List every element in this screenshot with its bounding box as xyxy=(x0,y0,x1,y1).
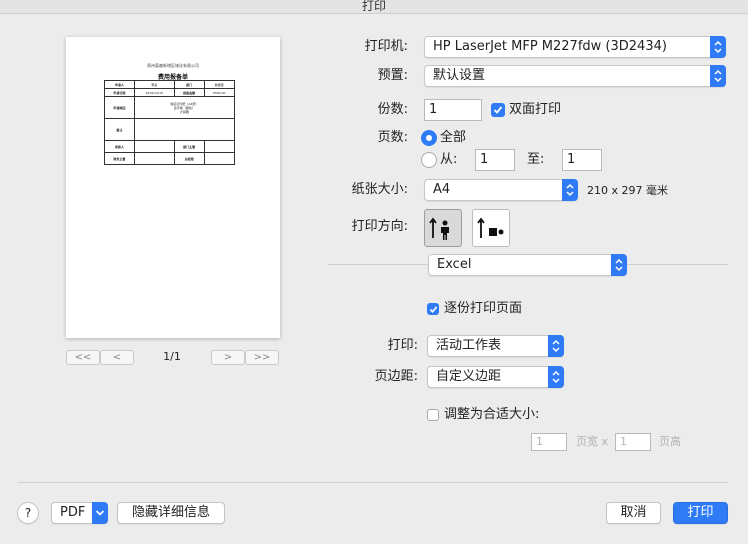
page-indicator: 1/1 xyxy=(163,350,181,363)
fit-to-size-checkbox[interactable] xyxy=(427,409,439,421)
doc-table: 申请人 李某 部门 数据部 申请日期 2016/12/16 报备金额 ¥580.… xyxy=(104,80,236,165)
landscape-icon xyxy=(477,217,504,238)
fit-width-field[interactable]: 1 xyxy=(531,433,567,451)
paper-size-popup[interactable]: A4 xyxy=(424,179,578,201)
table-row: 申请原因 购买打印纸（A4纸） 签字笔（黑色） 计算器 xyxy=(104,96,236,119)
hide-details-button[interactable]: 隐藏详细信息 xyxy=(117,502,225,524)
table-cell: 申请原因 xyxy=(104,96,135,119)
print-what-label: 打印: xyxy=(387,338,418,353)
table-row: 申请日期 2016/12/16 报备金额 ¥580.00 xyxy=(104,88,235,97)
landscape-orientation-button[interactable] xyxy=(472,209,510,247)
margins-value: 自定义边距 xyxy=(436,369,502,384)
footer-separator xyxy=(18,482,728,483)
preset-value: 默认设置 xyxy=(433,68,486,83)
paper-size-label: 纸张大小: xyxy=(351,182,408,197)
table-cell: 数据部 xyxy=(203,80,235,89)
popup-stepper-icon xyxy=(710,65,726,87)
table-cell: 2016/12/16 xyxy=(133,88,175,97)
preset-label: 预置: xyxy=(377,68,408,83)
copies-label: 份数: xyxy=(377,102,408,117)
duplex-checkbox[interactable] xyxy=(491,103,505,117)
app-section-popup[interactable]: Excel xyxy=(428,254,627,276)
paper-size-value: A4 xyxy=(433,182,451,197)
app-section-value: Excel xyxy=(437,257,472,272)
table-cell: 李某 xyxy=(133,80,175,89)
fit-to-size-label: 调整为合适大小: xyxy=(444,407,540,422)
table-cell: 购买打印纸（A4纸） 签字笔（黑色） 计算器 xyxy=(133,96,236,119)
table-cell xyxy=(203,152,235,165)
pages-to-label: 至: xyxy=(527,152,545,167)
copies-field[interactable]: 1 xyxy=(424,99,482,121)
last-page-button[interactable]: >> xyxy=(245,350,279,365)
print-button[interactable]: 打印 xyxy=(673,502,728,524)
table-cell: 报备金额 xyxy=(173,88,205,97)
portrait-orientation-button[interactable] xyxy=(424,209,462,247)
printer-popup[interactable]: HP LaserJet MFP M227fdw (3D2434) xyxy=(424,36,726,58)
print-what-popup[interactable]: 活动工作表 xyxy=(427,335,564,357)
table-cell: ¥580.00 xyxy=(203,88,235,97)
collate-checkbox[interactable] xyxy=(427,303,439,315)
orientation-label: 打印方向: xyxy=(351,219,408,234)
table-cell: 申请人 xyxy=(104,80,135,89)
print-what-value: 活动工作表 xyxy=(436,338,502,353)
preset-popup[interactable]: 默认设置 xyxy=(424,65,726,87)
table-cell: 部门 xyxy=(173,80,205,89)
table-cell xyxy=(133,152,175,165)
duplex-label: 双面打印 xyxy=(509,102,562,117)
margins-popup[interactable]: 自定义边距 xyxy=(427,366,564,388)
margins-label: 页边距: xyxy=(374,369,418,384)
portrait-icon xyxy=(429,217,449,240)
cancel-button[interactable]: 取消 xyxy=(606,502,661,524)
pages-from-field[interactable]: 1 xyxy=(475,149,515,171)
table-row: 备注 xyxy=(104,118,236,141)
next-page-button[interactable]: > xyxy=(211,350,245,365)
window-title: 打印 xyxy=(0,0,748,14)
table-cell xyxy=(203,140,235,153)
table-cell: 审核人 xyxy=(104,140,135,153)
pages-from-label: 从: xyxy=(440,152,458,167)
pdf-label: PDF xyxy=(60,505,86,520)
table-row: 财务主管 总经理 xyxy=(104,152,235,165)
fit-height-field[interactable]: 1 xyxy=(615,433,651,451)
printer-value: HP LaserJet MFP M227fdw (3D2434) xyxy=(433,39,667,54)
first-page-button[interactable]: << xyxy=(66,350,100,365)
table-cell xyxy=(133,140,175,153)
fit-width-unit: 页宽 x xyxy=(576,435,609,448)
doc-company: 郑州葛森新增区域化有限公司 xyxy=(147,63,199,68)
table-cell: 部门主管 xyxy=(173,140,205,153)
prev-page-button[interactable]: < xyxy=(100,350,134,365)
help-button[interactable]: ? xyxy=(17,502,39,524)
popup-stepper-icon xyxy=(548,366,564,388)
pages-range-radio[interactable] xyxy=(421,152,437,168)
popup-stepper-icon xyxy=(710,36,726,58)
pages-all-label: 全部 xyxy=(440,130,467,145)
table-cell xyxy=(133,118,236,141)
pages-label: 页数: xyxy=(377,130,408,145)
paper-dimensions: 210 x 297 毫米 xyxy=(587,184,668,197)
popup-stepper-icon xyxy=(611,254,627,276)
pages-to-field[interactable]: 1 xyxy=(562,149,602,171)
pages-all-radio[interactable] xyxy=(421,130,437,146)
chevron-down-icon xyxy=(92,502,108,524)
table-cell: 总经理 xyxy=(173,152,205,165)
popup-stepper-icon xyxy=(548,335,564,357)
fit-height-unit: 页高 xyxy=(659,435,681,448)
table-cell: 申请日期 xyxy=(104,88,135,97)
table-cell: 财务主管 xyxy=(104,152,135,165)
popup-stepper-icon xyxy=(562,179,578,201)
table-row: 申请人 李某 部门 数据部 xyxy=(104,80,235,89)
pdf-menu-button[interactable]: PDF xyxy=(51,502,108,524)
collate-label: 逐份打印页面 xyxy=(444,301,523,316)
table-row: 审核人 部门主管 xyxy=(104,140,235,153)
page-preview: 郑州葛森新增区域化有限公司 费用报备单 申请人 李某 部门 数据部 申请日期 2… xyxy=(66,37,280,338)
printer-label: 打印机: xyxy=(364,39,408,54)
table-cell: 备注 xyxy=(104,118,135,141)
